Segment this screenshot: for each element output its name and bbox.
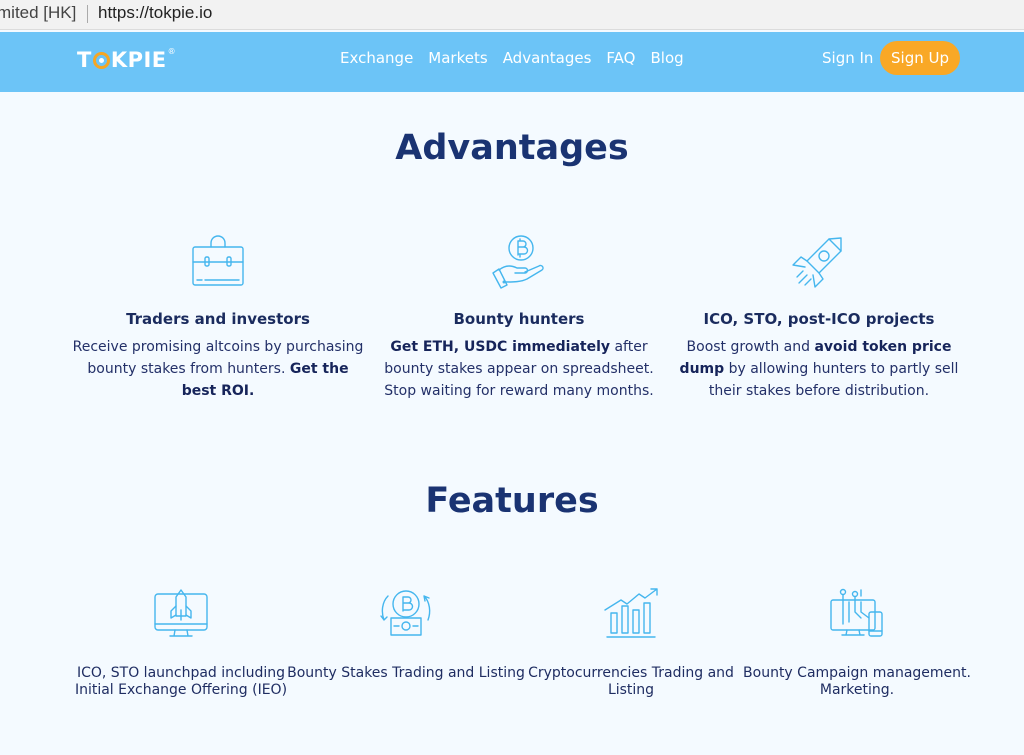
- divider: [87, 5, 88, 23]
- registered-mark: ®: [167, 46, 177, 56]
- advantage-text: Get ETH, USDC immediately after bounty s…: [384, 339, 654, 399]
- tokpie-logo[interactable]: T KPIE ®: [77, 46, 177, 73]
- nav-markets[interactable]: Markets: [428, 49, 487, 67]
- certificate-org: mited [HK]: [0, 3, 77, 22]
- advantages-title: Advantages: [395, 128, 629, 168]
- feature-card: Bounty Stakes Trading and Listing: [286, 588, 526, 682]
- feature-card: Cryptocurrencies Trading and Listing: [511, 588, 751, 699]
- growth-chart-icon: [604, 588, 658, 638]
- feature-card: Bounty Campaign management. Marketing.: [737, 588, 977, 699]
- monitor-rocket-icon: [154, 589, 208, 637]
- main-nav: Exchange Markets Advantages FAQ Blog: [340, 49, 684, 67]
- advantage-text: Receive promising altcoins by purchasing…: [72, 339, 364, 399]
- feature-card: ICO, STO launchpad including Initial Exc…: [61, 588, 301, 699]
- browser-address-bar[interactable]: mited [HK] https://tokpie.io: [0, 0, 1024, 30]
- feature-text: Cryptocurrencies Trading and Listing: [528, 665, 734, 698]
- logo-letter: T: [77, 48, 92, 72]
- advantage-heading: Traders and investors: [126, 310, 310, 328]
- rocket-icon: [792, 237, 842, 288]
- url-text[interactable]: https://tokpie.io: [98, 3, 212, 23]
- feature-text: ICO, STO launchpad including Initial Exc…: [74, 665, 288, 698]
- advantage-card: ICO, STO, post-ICO projects Boost growth…: [669, 235, 969, 402]
- advantage-card: Bounty hunters Get ETH, USDC immediately…: [369, 235, 669, 402]
- nav-blog[interactable]: Blog: [650, 49, 683, 67]
- features-title: Features: [425, 481, 599, 521]
- briefcase-icon: [192, 235, 244, 286]
- logo-coin-icon: [92, 51, 110, 69]
- site-header: T KPIE ® Exchange Markets Advantages FAQ…: [0, 32, 1024, 92]
- nav-exchange[interactable]: Exchange: [340, 49, 413, 67]
- bitcoin-hand-icon: [492, 235, 544, 289]
- advantage-text: Boost growth and avoid token price dump …: [679, 339, 959, 399]
- feature-text: Bounty Stakes Trading and Listing: [287, 665, 525, 681]
- advantage-card: Traders and investors Receive promising …: [68, 235, 368, 402]
- bitcoin-exchange-icon: [380, 590, 431, 636]
- feature-text: Bounty Campaign management. Marketing.: [743, 665, 971, 698]
- advantage-heading: Bounty hunters: [453, 310, 585, 328]
- advantage-heading: ICO, STO, post-ICO projects: [703, 310, 935, 328]
- sign-in-link[interactable]: Sign In: [822, 49, 873, 67]
- sign-up-button[interactable]: Sign Up: [880, 41, 960, 75]
- devices-circuit-icon: [830, 588, 883, 637]
- logo-text: KPIE: [110, 48, 167, 72]
- nav-advantages[interactable]: Advantages: [503, 49, 592, 67]
- nav-faq[interactable]: FAQ: [606, 49, 635, 67]
